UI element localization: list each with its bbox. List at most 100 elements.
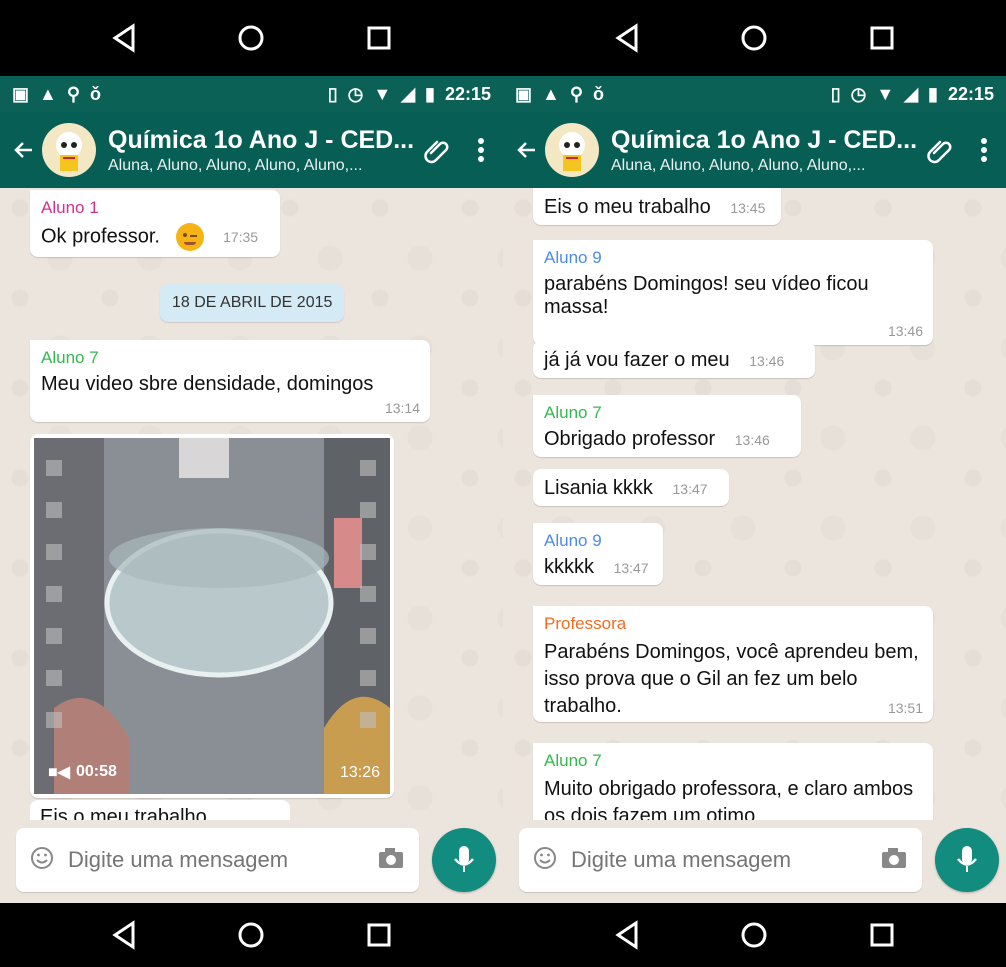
message-bubble[interactable]: Aluno 7 Obrigado professor 13:46 <box>533 395 801 457</box>
status-time: 22:15 <box>947 83 994 104</box>
emoji-icon[interactable] <box>30 846 54 875</box>
message-bubble[interactable]: Aluno 7 Meu video sbre densidade, doming… <box>30 340 430 422</box>
gallery-icon: ▣ <box>515 83 533 104</box>
message-time: 13:45 <box>730 200 766 216</box>
more-options-icon[interactable] <box>459 112 503 188</box>
recent-apps-icon[interactable] <box>862 18 902 58</box>
group-avatar[interactable] <box>545 123 599 177</box>
message-time: 17:35 <box>223 229 259 246</box>
signal-icon: ◢ <box>401 83 416 104</box>
back-arrow-icon[interactable] <box>6 112 42 188</box>
message-bubble[interactable]: Eis o meu trabalho 13:45 <box>533 188 781 225</box>
video-time: 13:26 <box>339 764 380 781</box>
message-input[interactable] <box>68 847 377 873</box>
group-avatar[interactable] <box>42 123 96 177</box>
dual-screenshot: ▣ ▲ ⚲ ǒ ▯ ◷ ▼ ◢ ▮ 22:15 Química 1o Ano J… <box>0 0 1006 967</box>
message-bubble[interactable]: Aluno 1 Ok professor. 17:35 <box>30 190 280 257</box>
message-bubble[interactable]: já já vou fazer o meu 13:46 <box>533 341 815 378</box>
message-input-box[interactable] <box>519 828 922 892</box>
voicemail-icon: ǒ <box>593 83 605 104</box>
camera-icon[interactable] <box>880 846 908 875</box>
message-bubble[interactable]: Aluno 9 kkkkk 13:47 <box>533 523 663 585</box>
video-thumbnail[interactable]: ■◀ 00:58 13:26 <box>34 438 390 794</box>
status-bar: ▣ ▲ ⚲ ǒ ▯ ◷ ▼ ◢ ▮ 22:15 <box>503 76 1006 112</box>
back-nav-icon[interactable] <box>104 18 144 58</box>
message-input-box[interactable] <box>16 828 419 892</box>
microphone-button[interactable] <box>432 828 496 892</box>
message-bubble[interactable]: Aluno 9 parabéns Domingos! seu vídeo fic… <box>533 240 933 345</box>
message-text: Muito obrigado professora, e claro ambos… <box>544 778 914 820</box>
recent-apps-icon[interactable] <box>359 18 399 58</box>
alarm-icon: ◷ <box>347 83 364 104</box>
chat-area[interactable]: Aluno 1 Ok professor. 17:35 18 DE ABRIL … <box>0 188 503 820</box>
recent-apps-icon[interactable] <box>862 915 902 955</box>
chat-title: Química 1o Ano J - CED... <box>611 125 918 154</box>
message-time: 13:46 <box>734 432 770 448</box>
sender-name: Aluno 1 <box>41 198 99 217</box>
chat-title-box[interactable]: Química 1o Ano J - CED... Aluna, Aluno, … <box>611 126 918 175</box>
message-time: 13:47 <box>672 481 708 497</box>
chat-title: Química 1o Ano J - CED... <box>108 125 415 154</box>
battery-icon: ▮ <box>928 83 938 104</box>
camera-icon[interactable] <box>377 846 405 875</box>
top-nav-bar <box>0 0 503 76</box>
video-camera-icon: ■◀ <box>48 764 70 781</box>
home-nav-icon[interactable] <box>231 915 271 955</box>
emoji-icon[interactable] <box>533 846 557 875</box>
microphone-icon <box>454 846 474 872</box>
bottom-nav-bar <box>0 903 503 967</box>
back-nav-icon[interactable] <box>607 18 647 58</box>
gallery-icon: ▣ <box>12 83 30 104</box>
home-nav-icon[interactable] <box>734 915 774 955</box>
back-nav-icon[interactable] <box>607 915 647 955</box>
message-time: 13:46 <box>887 323 923 339</box>
sender-name: Aluno 9 <box>544 531 602 550</box>
microphone-button[interactable] <box>935 828 999 892</box>
voicemail-icon: ǒ <box>90 83 102 104</box>
battery-icon: ▮ <box>425 83 435 104</box>
input-bar <box>503 820 1006 903</box>
message-bubble-partial[interactable]: Eis o meu trabalho <box>30 800 290 820</box>
home-nav-icon[interactable] <box>231 18 271 58</box>
runner-icon: ⚲ <box>569 83 584 104</box>
warning-icon: ▲ <box>39 83 57 104</box>
chat-area[interactable]: Eis o meu trabalho 13:45 Aluno 9 parabén… <box>503 188 1006 820</box>
message-text: Ok professor. <box>41 225 160 248</box>
message-bubble[interactable]: Aluno 7 Muito obrigado professora, e cla… <box>533 743 933 820</box>
chat-subtitle: Aluna, Aluno, Aluno, Aluno, Aluno,... <box>108 156 363 174</box>
chat-app-bar: Química 1o Ano J - CED... Aluna, Aluno, … <box>0 112 503 188</box>
recent-apps-icon[interactable] <box>359 915 399 955</box>
microphone-icon <box>957 846 977 872</box>
video-duration: ■◀ 00:58 <box>48 763 117 781</box>
message-text: Lisania kkkk <box>544 477 653 499</box>
sender-name: Aluno 7 <box>544 751 602 770</box>
message-text: Eis o meu trabalho <box>40 806 207 820</box>
video-message[interactable]: ■◀ 00:58 13:26 <box>30 434 394 798</box>
message-text: Meu video sbre densidade, domingos <box>41 373 374 395</box>
date-chip: 18 DE ABRIL DE 2015 <box>160 284 345 322</box>
sender-name: Professora <box>544 614 627 633</box>
back-arrow-icon[interactable] <box>509 112 545 188</box>
wifi-icon: ▼ <box>876 83 895 104</box>
message-text: kkkkk <box>544 556 594 578</box>
message-bubble[interactable]: Lisania kkkk 13:47 <box>533 469 729 506</box>
alarm-icon: ◷ <box>850 83 867 104</box>
vibrate-icon: ▯ <box>327 83 338 104</box>
home-nav-icon[interactable] <box>734 18 774 58</box>
message-bubble[interactable]: Professora Parabéns Domingos, você apren… <box>533 606 933 722</box>
message-time: 13:47 <box>613 560 649 576</box>
back-nav-icon[interactable] <box>104 915 144 955</box>
message-input[interactable] <box>571 847 880 873</box>
chat-title-box[interactable]: Química 1o Ano J - CED... Aluna, Aluno, … <box>108 126 415 175</box>
input-bar <box>0 820 503 903</box>
sender-name: Aluno 7 <box>544 403 602 422</box>
vibrate-icon: ▯ <box>830 83 841 104</box>
sender-name: Aluno 9 <box>544 248 602 267</box>
right-phone-screen: ▣ ▲ ⚲ ǒ ▯ ◷ ▼ ◢ ▮ 22:15 Química 1o Ano J… <box>503 0 1006 967</box>
attach-icon[interactable] <box>918 112 962 188</box>
more-options-icon[interactable] <box>962 112 1006 188</box>
chat-subtitle: Aluna, Aluno, Aluno, Aluno, Aluno,... <box>611 156 866 174</box>
message-text: já já vou fazer o meu <box>544 349 730 371</box>
signal-icon: ◢ <box>904 83 919 104</box>
attach-icon[interactable] <box>415 112 459 188</box>
